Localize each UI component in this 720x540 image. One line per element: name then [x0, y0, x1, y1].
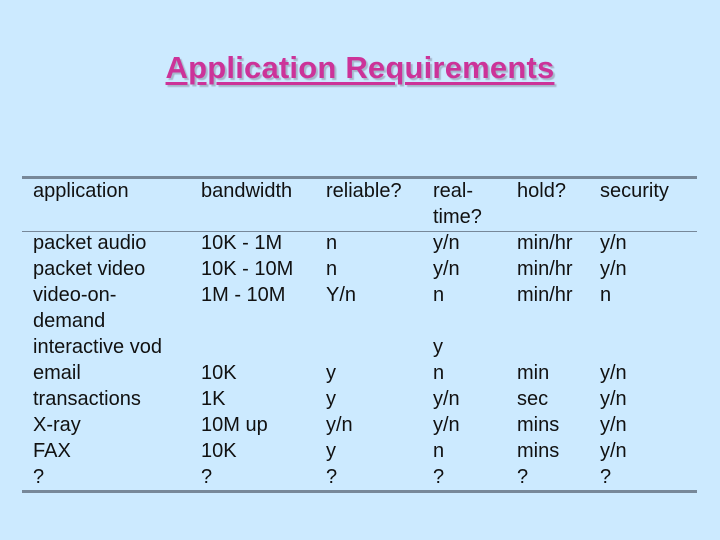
cell-hold: ?: [517, 466, 529, 488]
cell-hold: mins: [517, 440, 560, 462]
cell-reliable: ?: [326, 466, 338, 488]
cell-reliable: y: [326, 388, 336, 410]
slide-title: Application Requirements: [165, 50, 555, 85]
cell-real-time: y: [433, 336, 443, 358]
cell-hold: min/hr: [517, 258, 573, 280]
cell-application: demand: [33, 310, 106, 332]
cell-reliable: y: [326, 362, 336, 384]
cell-hold: min/hr: [517, 232, 573, 254]
cell-bandwidth: 10K: [201, 440, 237, 462]
header-reliable: reliable?: [326, 180, 402, 202]
cell-bandwidth: 10K: [201, 362, 237, 384]
cell-reliable: n: [326, 258, 338, 280]
cell-application: ?: [33, 466, 45, 488]
cell-bandwidth: 10M up: [201, 414, 268, 436]
cell-real-time: ?: [433, 466, 445, 488]
header-real-time: time?: [433, 206, 482, 228]
cell-application: transactions: [33, 388, 141, 410]
cell-application: FAX: [33, 440, 71, 462]
cell-security: ?: [600, 466, 612, 488]
header-bandwidth: bandwidth: [201, 180, 293, 202]
cell-application: packet audio: [33, 232, 147, 254]
cell-hold: mins: [517, 414, 560, 436]
cell-security: y/n: [600, 362, 627, 384]
cell-real-time: n: [433, 362, 445, 384]
header-hold: hold?: [517, 180, 566, 202]
cell-security: n: [600, 284, 612, 306]
cell-security: y/n: [600, 388, 627, 410]
table-bottom-rule: [22, 490, 697, 493]
cell-real-time: y/n: [433, 414, 460, 436]
header-security: security: [600, 180, 669, 202]
cell-application: packet video: [33, 258, 146, 280]
cell-reliable: y: [326, 440, 336, 462]
cell-real-time: y/n: [433, 232, 460, 254]
cell-bandwidth: 10K - 1M: [201, 232, 283, 254]
cell-reliable: n: [326, 232, 338, 254]
cell-application: X-ray: [33, 414, 81, 436]
cell-bandwidth: 1M - 10M: [201, 284, 286, 306]
cell-real-time: y/n: [433, 388, 460, 410]
cell-bandwidth: 1K: [201, 388, 226, 410]
cell-hold: min/hr: [517, 284, 573, 306]
cell-bandwidth: 10K - 10M: [201, 258, 294, 280]
cell-real-time: y/n: [433, 258, 460, 280]
cell-security: y/n: [600, 232, 627, 254]
cell-application: email: [33, 362, 81, 384]
cell-application: interactive vod: [33, 336, 162, 358]
cell-security: y/n: [600, 440, 627, 462]
cell-security: y/n: [600, 414, 627, 436]
cell-hold: sec: [517, 388, 549, 410]
cell-application: video-on-: [33, 284, 117, 306]
cell-hold: min: [517, 362, 550, 384]
cell-reliable: Y/n: [326, 284, 357, 306]
cell-bandwidth: ?: [201, 466, 213, 488]
cell-reliable: y/n: [326, 414, 353, 436]
header-application: application: [33, 180, 129, 202]
cell-real-time: n: [433, 440, 445, 462]
cell-real-time: n: [433, 284, 445, 306]
header-real-time: real-: [433, 180, 474, 202]
cell-security: y/n: [600, 258, 627, 280]
